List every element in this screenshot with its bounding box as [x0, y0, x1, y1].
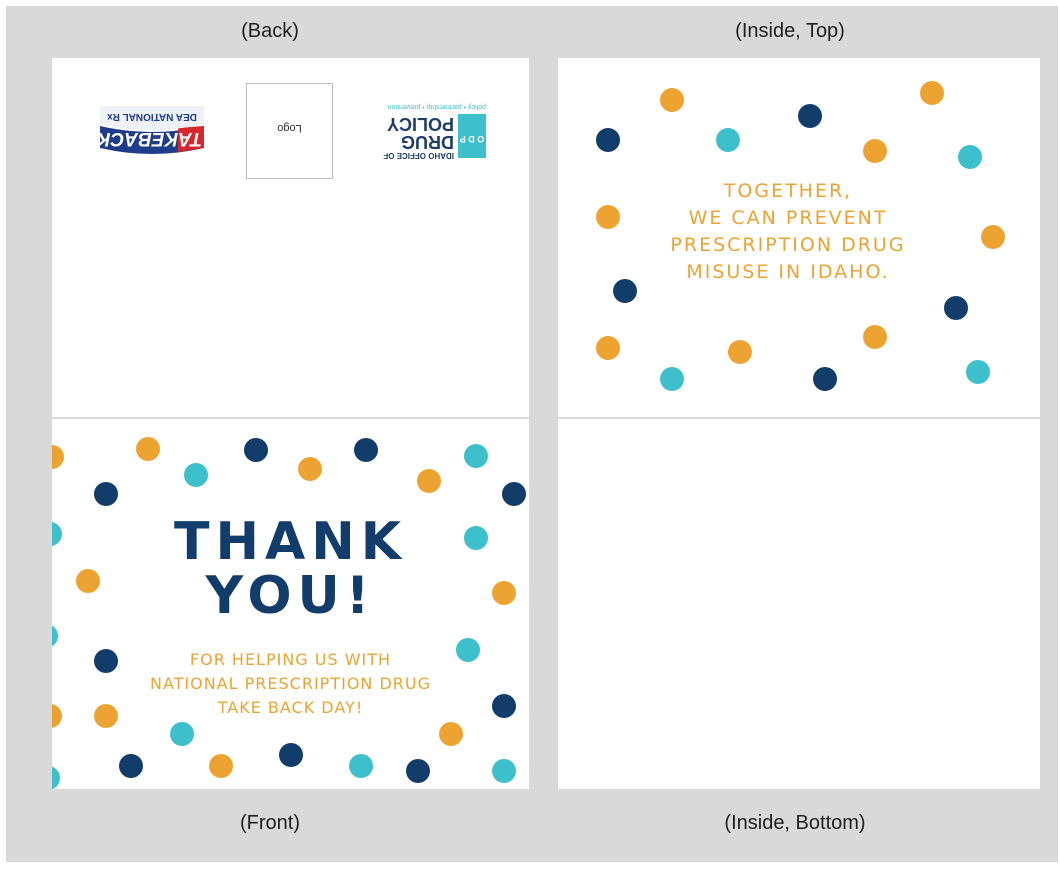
dot: [52, 445, 64, 469]
dot: [716, 128, 740, 152]
dot: [492, 581, 516, 605]
dot: [944, 296, 968, 320]
dot: [136, 437, 160, 461]
dot: [417, 469, 441, 493]
dot: [244, 438, 268, 462]
dot: [660, 88, 684, 112]
takeback-logo-text-1: TAKEBACK: [96, 128, 202, 149]
dot: [52, 704, 62, 728]
dot: [492, 694, 516, 718]
inside-message-line: PRESCRIPTION DRUG: [670, 234, 906, 256]
takeback-logo-text-2: DEA NATIONAL Rx: [107, 111, 197, 122]
dot: [596, 128, 620, 152]
inside-bottom-panel: [558, 419, 1040, 789]
odp-line1: IDAHO OFFICE OF: [383, 151, 454, 160]
dot: [170, 722, 194, 746]
logo-placeholder-text: Logo: [277, 122, 302, 134]
inside-top-panel: TOGETHER, WE CAN PREVENT PRESCRIPTION DR…: [558, 58, 1040, 417]
caption-back: (Back): [241, 20, 299, 42]
caption-front: (Front): [240, 812, 300, 834]
dot: [981, 225, 1005, 249]
caption-inside-top: (Inside, Top): [735, 20, 845, 42]
dot: [94, 482, 118, 506]
odp-letters: O D P: [459, 134, 485, 144]
front-title-line1: THANK: [173, 512, 408, 572]
dot: [596, 205, 620, 229]
inside-message-line: WE CAN PREVENT: [688, 207, 888, 229]
odp-logo: O D P IDAHO OFFICE OF DRUG POLICY policy…: [370, 96, 490, 166]
dot: [354, 438, 378, 462]
dot: [52, 522, 62, 546]
dot: [863, 139, 887, 163]
back-panel: TAKEBACK DEA NATIONAL Rx Logo O D P IDAH…: [52, 58, 529, 417]
front-subtitle-line: TAKE BACK DAY!: [217, 698, 364, 717]
dot: [119, 754, 143, 778]
dot: [798, 104, 822, 128]
dot: [184, 463, 208, 487]
dot: [52, 766, 60, 789]
dot: [728, 340, 752, 364]
inside-message-line: TOGETHER,: [723, 180, 853, 202]
dot: [966, 360, 990, 384]
front-title-line2: YOU!: [205, 566, 376, 626]
dot: [52, 624, 58, 648]
dot: [439, 722, 463, 746]
takeback-logo: TAKEBACK DEA NATIONAL Rx: [96, 100, 208, 162]
dot: [209, 754, 233, 778]
dot: [464, 444, 488, 468]
front-title: THANK YOU!: [112, 515, 469, 623]
front-panel: THANK YOU! FOR HELPING US WITH NATIONAL …: [52, 419, 529, 789]
odp-line3: POLICY: [386, 114, 454, 134]
dot: [958, 145, 982, 169]
dot: [502, 482, 526, 506]
dot: [920, 81, 944, 105]
inside-message: TOGETHER, WE CAN PREVENT PRESCRIPTION DR…: [618, 178, 958, 286]
dot: [76, 569, 100, 593]
odp-tagline: policy • partnership • prevention: [387, 103, 486, 110]
front-subtitle: FOR HELPING US WITH NATIONAL PRESCRIPTIO…: [92, 648, 489, 720]
logo-placeholder: Logo: [246, 83, 333, 179]
dot: [349, 754, 373, 778]
dot: [596, 336, 620, 360]
dot: [813, 367, 837, 391]
front-subtitle-line: FOR HELPING US WITH: [189, 650, 392, 669]
dot: [406, 759, 430, 783]
dot: [660, 367, 684, 391]
dot: [492, 759, 516, 783]
front-subtitle-line: NATIONAL PRESCRIPTION DRUG: [149, 674, 432, 693]
dot: [279, 743, 303, 767]
caption-inside-bottom: (Inside, Bottom): [724, 812, 866, 834]
dot: [863, 325, 887, 349]
odp-line2: DRUG: [401, 132, 454, 152]
inside-message-line: MISUSE IN IDAHO.: [686, 261, 890, 283]
dot: [298, 457, 322, 481]
